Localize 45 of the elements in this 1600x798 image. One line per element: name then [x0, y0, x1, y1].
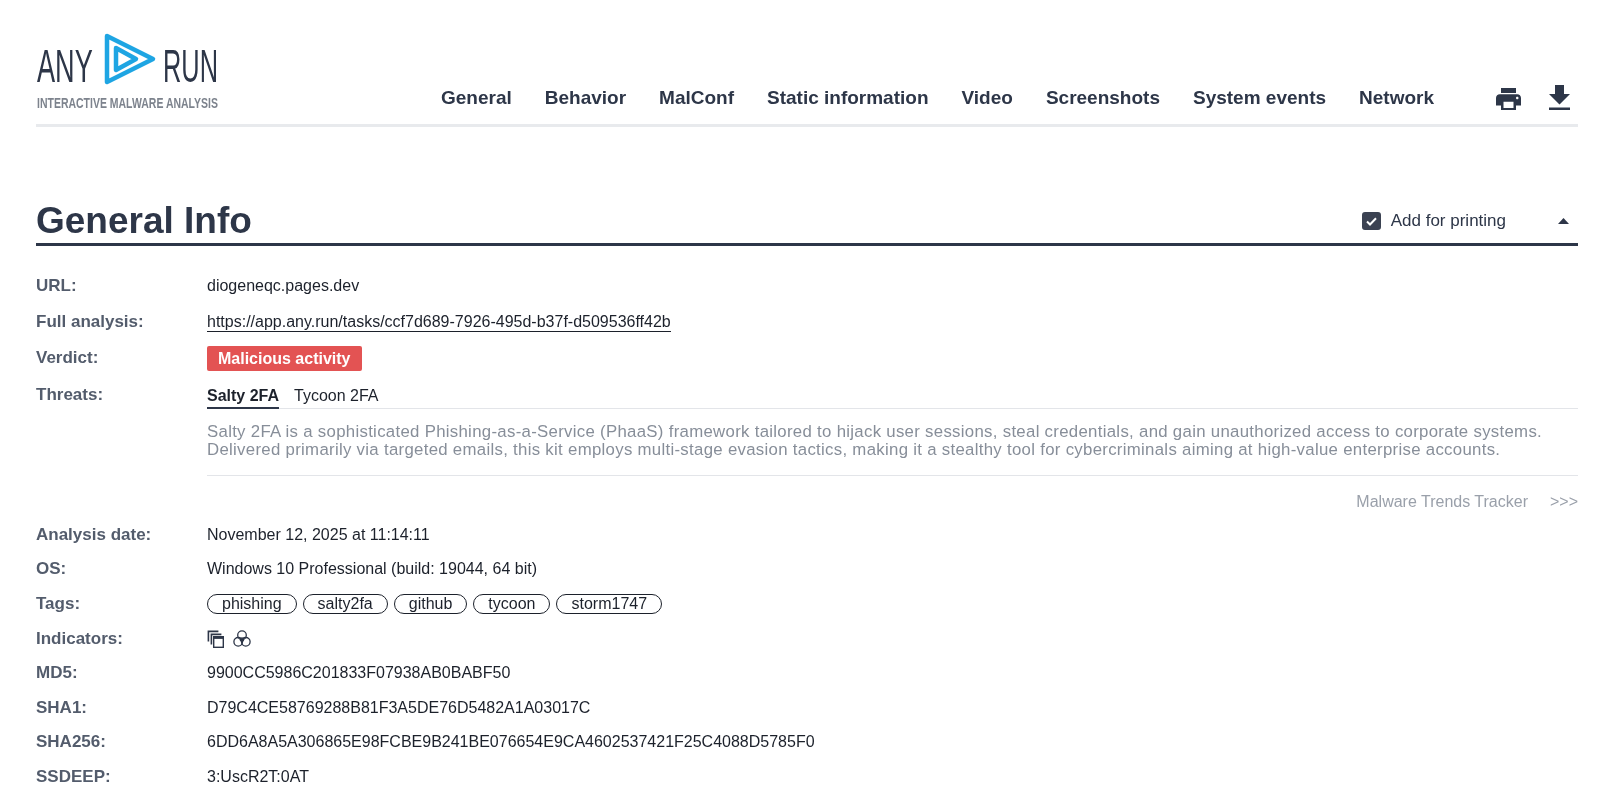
nav-tab[interactable]: System events [1192, 87, 1327, 109]
verdict-badge: Malicious activity [207, 345, 362, 371]
caret-icon[interactable] [1558, 218, 1569, 224]
field-value: 6DD6A8A5A306865E98FCBE9B241BE076654E9CA4602537421F25C4088D5785F0 [207, 732, 815, 753]
play-logo-icon [104, 33, 156, 85]
printer-icon[interactable] [1496, 87, 1521, 110]
field-label: URL: [36, 276, 77, 296]
field-label: Threats: [36, 384, 104, 405]
threat-tab[interactable]: Tycoon 2FA [294, 387, 379, 409]
field-label: Analysis date: [36, 524, 152, 545]
threat-description: Salty 2FA is a sophisticated Phishing-as-a-Service (PhaaS) framework tailored to hijack user sessions, steal credentials, and gain unauthorized access to corporate systems. Delivered primarily via targeted emails, this kit employs multi-stage evasion tactics, making it a stealthy tool for cybercriminals aiming at high-value enterprise accounts. [207, 423, 1544, 459]
download-icon[interactable] [1549, 84, 1570, 110]
checkbox[interactable] [1361, 212, 1381, 230]
checkmark-icon [1365, 216, 1377, 226]
field-value: 9900CC5986C201833F07938AB0BABF50 [207, 663, 511, 684]
logo-text: ANY [37, 39, 93, 92]
field-label: Verdict: [36, 348, 99, 368]
field-label: SHA1: [36, 697, 87, 718]
field-label: SSDEEP: [36, 766, 111, 787]
field-value: Windows 10 Professional (build: 19044, 64 bit) [207, 559, 537, 580]
field-label: OS: [36, 559, 67, 580]
nav-tab[interactable]: Network [1359, 87, 1434, 109]
threat-tab[interactable]: Salty 2FA [207, 387, 280, 409]
field-label: Full analysis: [36, 312, 144, 332]
logo-tagline: INTERACTIVE MALWARE ANALYSIS [37, 94, 218, 112]
field-value: November 12, 2025 at 11:14:11 [207, 524, 430, 545]
field-value: 3:UscR2T:0AT [207, 766, 309, 787]
nav-tab[interactable]: General [441, 87, 512, 109]
field-label: SHA256: [36, 732, 106, 753]
analysis-link[interactable]: https://app.any.run/tasks/ccf7d689-7926-495d-b37f-d509536ff42b [207, 312, 671, 332]
nav-tab[interactable]: MalConf [659, 87, 734, 109]
field-value: diogeneqc.pages.dev [207, 276, 360, 296]
field-value: D79C4CE58769288B81F3A5DE76D5482A1A03017C [207, 697, 591, 718]
nav-tab[interactable]: Screenshots [1045, 87, 1160, 109]
section-title: General Info [36, 199, 252, 243]
field-label: Indicators: [36, 628, 123, 649]
biohazard-icon [233, 629, 251, 648]
nav-tab[interactable]: Video [961, 87, 1013, 109]
checkbox-label[interactable]: Add for printing [1390, 211, 1506, 231]
logo-text: RUN [163, 39, 218, 92]
field-label: MD5: [36, 663, 78, 684]
field-label: Tags: [36, 594, 81, 614]
nav-tab[interactable]: Static information [767, 87, 929, 109]
nav-tab[interactable]: Behavior [544, 87, 627, 109]
stacked-windows-icon [207, 629, 224, 648]
